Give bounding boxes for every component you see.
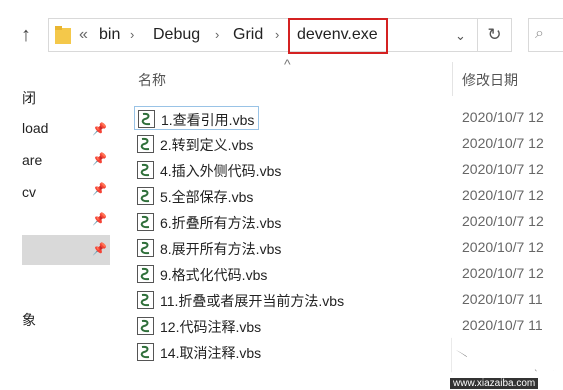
pin-icon[interactable]: 📌	[92, 212, 107, 226]
file-row[interactable]: 8.展开所有方法.vbs 2020/10/7 12	[134, 236, 563, 262]
vbs-script-icon	[137, 161, 154, 179]
watermark-text: 下载吧	[429, 329, 559, 382]
vbs-script-icon	[137, 135, 154, 153]
file-name: 12.代码注释.vbs	[160, 319, 262, 335]
file-row[interactable]: 11.折叠或者展开当前方法.vbs 2020/10/7 11	[134, 288, 563, 314]
file-name-cell[interactable]: 4.插入外侧代码.vbs	[134, 158, 281, 182]
column-header-name[interactable]: 名称	[138, 70, 166, 90]
refresh-button[interactable]: ↻	[478, 18, 512, 52]
breadcrumb-grid[interactable]: Grid	[233, 26, 263, 44]
nav-item-share[interactable]: are	[22, 152, 42, 168]
nav-item-cv[interactable]: cv	[22, 184, 36, 200]
vbs-script-icon	[137, 213, 154, 231]
file-name-cell[interactable]: 14.取消注释.vbs	[134, 340, 261, 364]
file-row[interactable]: 1.查看引用.vbs 2020/10/7 12	[134, 106, 563, 132]
vbs-script-icon	[137, 187, 154, 205]
nav-item[interactable]: 闭	[22, 88, 36, 108]
file-name: 2.转到定义.vbs	[160, 137, 254, 153]
file-name: 11.折叠或者展开当前方法.vbs	[160, 293, 345, 309]
vbs-script-icon	[137, 239, 154, 257]
sort-arrow-icon: ^	[284, 56, 291, 72]
file-name: 6.折叠所有方法.vbs	[160, 215, 282, 231]
file-name: 4.插入外侧代码.vbs	[160, 163, 282, 179]
watermark-logo: 下载吧 www.xiazaiba.com	[424, 329, 563, 390]
breadcrumb-separator[interactable]: ›	[130, 27, 134, 42]
file-modified-date: 2020/10/7 12	[462, 135, 544, 151]
file-row[interactable]: 6.折叠所有方法.vbs 2020/10/7 12	[134, 210, 563, 236]
file-name-cell[interactable]: 8.展开所有方法.vbs	[134, 236, 281, 260]
address-toolbar: ↑ « bin › Debug › Grid › devenv.exe ⌄ ↻ …	[0, 0, 563, 70]
vbs-script-icon	[137, 317, 154, 335]
file-name: 5.全部保存.vbs	[160, 189, 254, 205]
breadcrumb-debug[interactable]: Debug	[153, 26, 200, 44]
nav-item-objects[interactable]: 象	[22, 310, 36, 330]
pin-icon[interactable]: 📌	[92, 182, 107, 196]
highlight-box	[288, 18, 388, 54]
pin-icon[interactable]: 📌	[92, 122, 107, 136]
file-modified-date: 2020/10/7 12	[462, 161, 544, 177]
navigation-pane: 闭 load 📌 are 📌 cv 📌 📌 📌 象	[0, 70, 110, 390]
breadcrumb-bin[interactable]: bin	[99, 26, 120, 44]
file-name-cell[interactable]: 9.格式化代码.vbs	[134, 262, 267, 286]
file-modified-date: 2020/10/7 12	[462, 239, 544, 255]
file-row[interactable]: 4.插入外侧代码.vbs 2020/10/7 12	[134, 158, 563, 184]
file-modified-date: 2020/10/7 12	[462, 265, 544, 281]
file-name-cell[interactable]: 2.转到定义.vbs	[134, 132, 253, 156]
file-modified-date: 2020/10/7 11	[462, 291, 543, 307]
vbs-script-icon	[137, 265, 154, 283]
file-modified-date: 2020/10/7 12	[462, 109, 544, 125]
chevron-down-icon[interactable]: ⌄	[455, 28, 466, 44]
pin-icon[interactable]: 📌	[92, 152, 107, 166]
column-divider[interactable]	[452, 62, 453, 96]
file-name-cell[interactable]: 6.折叠所有方法.vbs	[134, 210, 281, 234]
column-header-modified[interactable]: 修改日期	[462, 70, 518, 90]
file-name-cell[interactable]: 5.全部保存.vbs	[134, 184, 253, 208]
vbs-script-icon	[138, 110, 155, 128]
file-row[interactable]: 9.格式化代码.vbs 2020/10/7 12	[134, 262, 563, 288]
breadcrumb-separator[interactable]: ›	[215, 27, 219, 42]
nav-item-download[interactable]: load	[22, 120, 48, 136]
file-name: 14.取消注释.vbs	[160, 345, 262, 361]
file-modified-date: 2020/10/7 12	[462, 187, 544, 203]
file-modified-date: 2020/10/7 12	[462, 213, 544, 229]
file-name-cell[interactable]: 11.折叠或者展开当前方法.vbs	[134, 288, 344, 312]
address-bar[interactable]: « bin › Debug › Grid › devenv.exe	[48, 18, 478, 52]
search-input[interactable]: ⌕	[528, 18, 563, 52]
file-row[interactable]: 2.转到定义.vbs 2020/10/7 12	[134, 132, 563, 158]
breadcrumb-overflow[interactable]: «	[79, 26, 88, 44]
arrow-up-icon[interactable]: ↑	[14, 22, 38, 48]
watermark-url: www.xiazaiba.com	[450, 378, 539, 389]
breadcrumb-separator[interactable]: ›	[275, 27, 279, 42]
folder-icon	[55, 26, 71, 44]
vbs-script-icon	[137, 291, 154, 309]
file-name-cell[interactable]: 12.代码注释.vbs	[134, 314, 261, 338]
file-row[interactable]: 5.全部保存.vbs 2020/10/7 12	[134, 184, 563, 210]
file-name-cell[interactable]: 1.查看引用.vbs	[134, 106, 259, 130]
vbs-script-icon	[137, 343, 154, 361]
search-icon: ⌕	[535, 25, 544, 42]
file-name: 1.查看引用.vbs	[161, 112, 255, 128]
pin-icon[interactable]: 📌	[92, 242, 107, 256]
file-name: 9.格式化代码.vbs	[160, 267, 268, 283]
file-name: 8.展开所有方法.vbs	[160, 241, 282, 257]
